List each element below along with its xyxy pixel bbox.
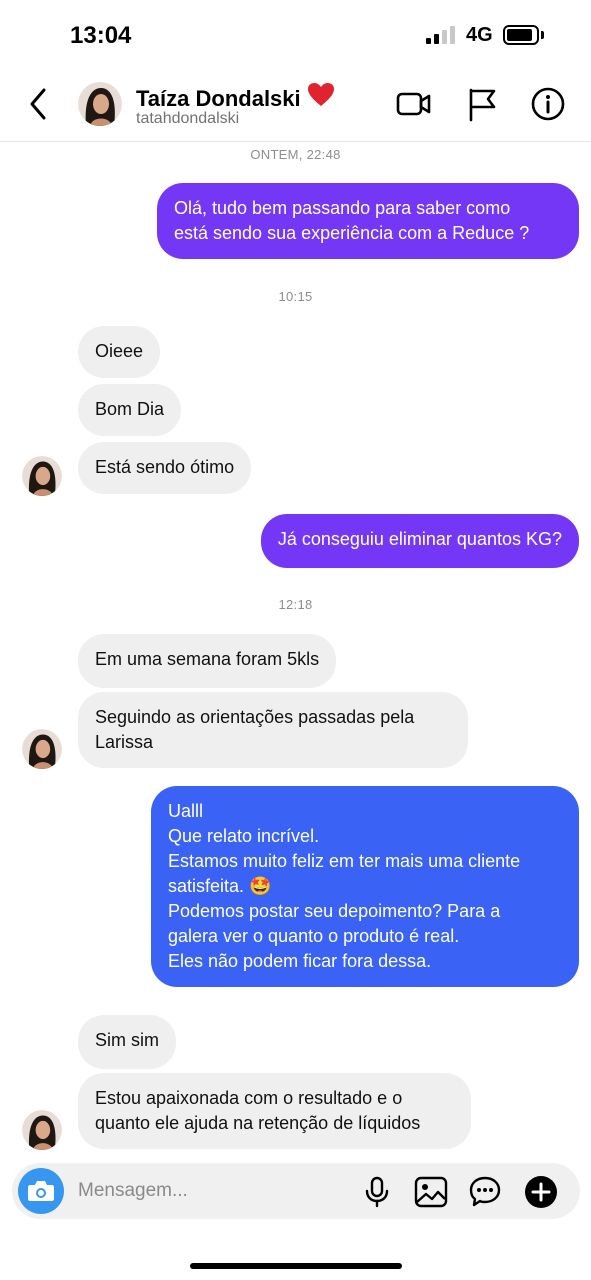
info-button[interactable] <box>530 86 566 122</box>
video-call-button[interactable] <box>396 86 432 122</box>
sticker-button[interactable] <box>468 1175 502 1209</box>
timestamp: ONTEM, 22:48 <box>250 147 341 162</box>
incoming-message[interactable]: Seguindo as orientações passadas pela La… <box>78 692 468 768</box>
outgoing-message[interactable]: Olá, tudo bem passando para saber como e… <box>157 183 579 259</box>
incoming-message[interactable]: Está sendo ótimo <box>78 442 252 494</box>
battery-tip <box>541 31 544 39</box>
info-icon <box>531 87 565 121</box>
contact-avatar-small[interactable] <box>22 456 62 496</box>
signal-strength-icon <box>426 26 456 44</box>
message-input[interactable] <box>78 1171 348 1211</box>
incoming-message[interactable]: Estou apaixonada com o resultado e o qua… <box>78 1073 471 1149</box>
flag-icon <box>469 88 496 122</box>
status-bar: 13:04 4G <box>0 0 591 70</box>
outgoing-message[interactable]: Já conseguiu eliminar quantos KG? <box>260 514 579 568</box>
status-time: 13:04 <box>70 22 132 49</box>
gallery-button[interactable] <box>414 1175 448 1209</box>
network-type: 4G <box>466 24 493 46</box>
contact-handle: tatahdondalski <box>136 110 240 127</box>
home-indicator[interactable] <box>190 1263 402 1269</box>
message-composer <box>12 1163 580 1219</box>
camera-button[interactable] <box>18 1168 64 1214</box>
contact-avatar-small[interactable] <box>22 1110 62 1150</box>
report-button[interactable] <box>466 86 502 122</box>
camera-icon <box>28 1181 54 1201</box>
outgoing-message[interactable]: Ualll Que relato incrível. Estamos muito… <box>151 786 579 987</box>
incoming-message[interactable]: Oieee <box>78 326 161 378</box>
contact-avatar[interactable] <box>78 82 122 126</box>
more-options-button[interactable] <box>524 1175 558 1209</box>
contact-avatar-small[interactable] <box>22 729 62 769</box>
timestamp: 12:18 <box>278 597 313 612</box>
voice-message-button[interactable] <box>360 1175 394 1209</box>
back-button[interactable] <box>24 84 56 124</box>
heart-emoji <box>307 82 335 114</box>
incoming-message[interactable]: Bom Dia <box>78 384 182 436</box>
gallery-icon <box>414 1176 448 1208</box>
battery-icon <box>503 25 539 45</box>
microphone-icon <box>365 1176 389 1208</box>
plus-icon <box>525 1176 557 1208</box>
contact-name-text: Taíza Dondalski <box>136 86 301 111</box>
sticker-icon <box>469 1176 501 1207</box>
timestamp: 10:15 <box>278 289 313 304</box>
incoming-message[interactable]: Sim sim <box>78 1015 176 1069</box>
incoming-message[interactable]: Em uma semana foram 5kls <box>78 634 337 688</box>
back-icon <box>30 88 46 120</box>
video-call-icon <box>396 92 431 116</box>
chat-header: Taíza Dondalski tatahdondalski <box>0 70 591 142</box>
